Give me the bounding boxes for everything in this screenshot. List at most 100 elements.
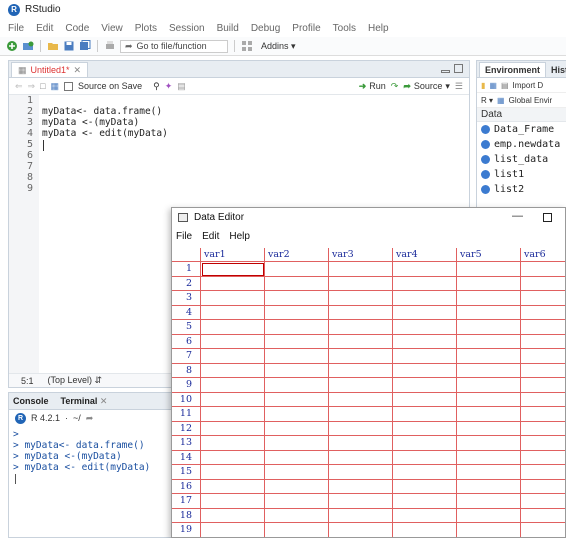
de-menu-edit[interactable]: Edit	[202, 231, 219, 242]
grid-cell[interactable]	[201, 479, 265, 494]
grid-cell[interactable]	[329, 349, 393, 364]
grid-cell[interactable]	[457, 407, 521, 422]
grid-cell[interactable]	[265, 349, 329, 364]
grid-cell[interactable]	[521, 523, 565, 537]
row-header[interactable]: 17	[172, 494, 201, 509]
grid-cell[interactable]	[265, 465, 329, 480]
row-header[interactable]: 3	[172, 291, 201, 306]
env-item[interactable]: Data_Frame	[477, 122, 566, 137]
grid-cell[interactable]	[393, 465, 457, 480]
grid-cell[interactable]	[329, 363, 393, 378]
grid-cell[interactable]	[265, 262, 329, 277]
row-header[interactable]: 8	[172, 363, 201, 378]
grid-cell[interactable]	[521, 480, 565, 494]
grid-cell[interactable]	[393, 320, 457, 335]
show-in-window-icon[interactable]: □	[40, 81, 45, 91]
minimize-pane-icon[interactable]	[441, 70, 450, 73]
import-dataset-icon[interactable]: ▤	[501, 81, 509, 90]
grid-cell[interactable]	[265, 436, 329, 451]
grid-cell[interactable]	[201, 465, 265, 480]
grid-cell[interactable]	[265, 363, 329, 378]
grid-cell[interactable]	[521, 349, 565, 364]
grid-cell[interactable]	[521, 494, 565, 509]
grid-cell[interactable]	[521, 364, 565, 378]
code-tools-icon[interactable]: ✦	[165, 81, 173, 92]
grid-cell[interactable]	[393, 378, 457, 393]
grid-cell[interactable]	[201, 349, 265, 364]
grid-cell[interactable]	[393, 262, 457, 277]
grid-cell[interactable]	[393, 363, 457, 378]
grid-cell[interactable]	[521, 335, 565, 349]
close-icon[interactable]: ✕	[74, 65, 82, 76]
row-header[interactable]: 1	[172, 262, 201, 277]
row-header[interactable]: 9	[172, 378, 201, 393]
scope-selector[interactable]: (Top Level) ⇵	[48, 375, 103, 386]
grid-cell[interactable]	[329, 276, 393, 291]
grid-cell[interactable]	[201, 378, 265, 393]
grid-cell[interactable]	[329, 305, 393, 320]
grid-cell[interactable]	[521, 509, 565, 523]
save-workspace-icon[interactable]: ▦	[489, 81, 497, 90]
grid-cell[interactable]	[393, 305, 457, 320]
minimize-window-icon[interactable]: —	[512, 210, 523, 222]
grid-cell[interactable]	[265, 450, 329, 465]
grid-cell[interactable]	[521, 465, 565, 480]
print-icon[interactable]	[104, 40, 116, 52]
menu-plots[interactable]: Plots	[135, 23, 157, 34]
menu-build[interactable]: Build	[217, 23, 239, 34]
grid-cell[interactable]	[457, 523, 521, 537]
grid-cell[interactable]	[457, 276, 521, 291]
rerun-icon[interactable]: ↷	[391, 81, 399, 92]
grid-cell[interactable]	[457, 465, 521, 480]
grid-cell[interactable]	[457, 392, 521, 407]
expand-dataframe-icon[interactable]	[481, 125, 490, 134]
grid-cell[interactable]	[521, 277, 565, 291]
grid-cell[interactable]	[329, 450, 393, 465]
grid-cell[interactable]	[393, 523, 457, 537]
row-header[interactable]: 14	[172, 450, 201, 465]
row-header[interactable]: 16	[172, 479, 201, 494]
menu-debug[interactable]: Debug	[251, 23, 280, 34]
grid-cell[interactable]	[201, 523, 265, 537]
tab-console[interactable]: Console	[13, 396, 49, 406]
save-all-icon[interactable]	[79, 40, 91, 52]
env-item[interactable]: list1	[477, 167, 566, 182]
row-header[interactable]: 6	[172, 334, 201, 349]
grid-cell[interactable]	[457, 508, 521, 523]
column-header[interactable]: var3	[329, 248, 393, 262]
addins-button[interactable]: Addins ▾	[261, 41, 296, 52]
save-icon[interactable]	[63, 40, 75, 52]
grid-cell[interactable]	[329, 320, 393, 335]
grid-cell[interactable]	[201, 436, 265, 451]
row-header[interactable]: 12	[172, 421, 201, 436]
grid-cell[interactable]	[265, 421, 329, 436]
grid-cell[interactable]	[393, 334, 457, 349]
menu-edit[interactable]: Edit	[36, 23, 53, 34]
menu-view[interactable]: View	[101, 23, 123, 34]
grid-cell[interactable]	[393, 421, 457, 436]
run-button[interactable]: ➜ Run	[359, 81, 386, 92]
de-menu-file[interactable]: File	[176, 231, 192, 242]
env-item[interactable]: list2	[477, 182, 566, 197]
compile-report-icon[interactable]: ▤	[177, 81, 186, 92]
grid-cell[interactable]	[201, 407, 265, 422]
grid-cell[interactable]	[521, 451, 565, 465]
row-header[interactable]: 11	[172, 407, 201, 422]
expand-dataframe-icon[interactable]	[481, 170, 490, 179]
grid-cell[interactable]	[521, 291, 565, 306]
forward-icon[interactable]: ⇒	[28, 81, 36, 92]
grid-cell[interactable]	[201, 291, 265, 306]
grid-cell[interactable]	[329, 421, 393, 436]
grid-cell[interactable]	[201, 363, 265, 378]
grid-cell[interactable]	[329, 291, 393, 306]
grid-cell[interactable]	[521, 436, 565, 451]
grid-cell[interactable]	[521, 422, 565, 436]
tab-untitled1[interactable]: ▦ Untitled1* ✕	[11, 62, 89, 77]
load-workspace-icon[interactable]: ▮	[481, 81, 485, 90]
grid-cell[interactable]	[393, 508, 457, 523]
grid-cell[interactable]	[329, 494, 393, 509]
grid-cell[interactable]	[393, 291, 457, 306]
grid-cell[interactable]	[521, 393, 565, 407]
source-on-save-checkbox[interactable]	[64, 81, 74, 91]
menu-code[interactable]: Code	[65, 23, 89, 34]
